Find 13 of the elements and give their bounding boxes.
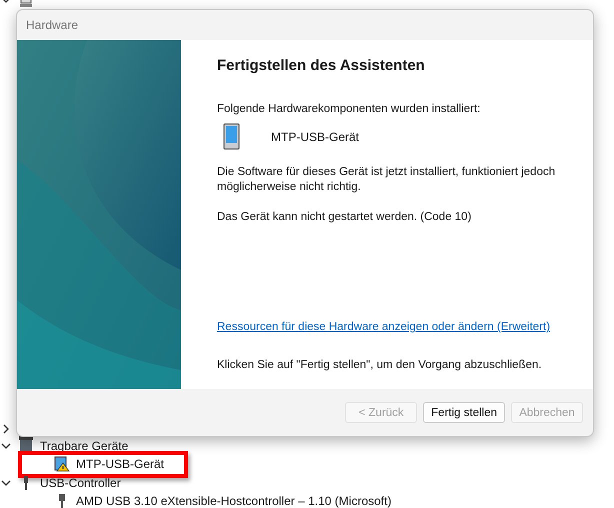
finish-hint: Klicken Sie auf "Fertig stellen", um den Vorgang abzuschließen. <box>217 358 543 373</box>
resources-link[interactable]: Ressourcen für diese Hardware anzeigen oder ändern (Erweitert) <box>217 321 573 333</box>
wizard-heading: Fertigstellen des Assistenten <box>217 57 426 74</box>
tree-item[interactable]: USB-Controller <box>40 476 121 490</box>
wizard-button[interactable]: Fertig stellen <box>423 402 505 423</box>
status-text: Die Software für dieses Gerät ist jetzt installiert, funktioniert jedoch möglicherweise nicht richtig. <box>217 165 556 195</box>
window-title: Hardware <box>26 18 78 32</box>
intro-text: Folgende Hardwarekomponenten wurden installiert: <box>217 102 482 117</box>
tree-item[interactable]: MTP-USB-Gerät <box>76 457 164 471</box>
device-name: MTP-USB-Gerät <box>271 130 360 144</box>
tree-item[interactable]: Tragbare Geräte <box>40 438 128 452</box>
tree-item[interactable]: AMD USB 3.10 eXtensible-Hostcontroller – 1.10 (Microsoft) <box>76 494 392 508</box>
error-text: Das Gerät kann nicht gestartet werden. (Code 10) <box>217 210 472 225</box>
